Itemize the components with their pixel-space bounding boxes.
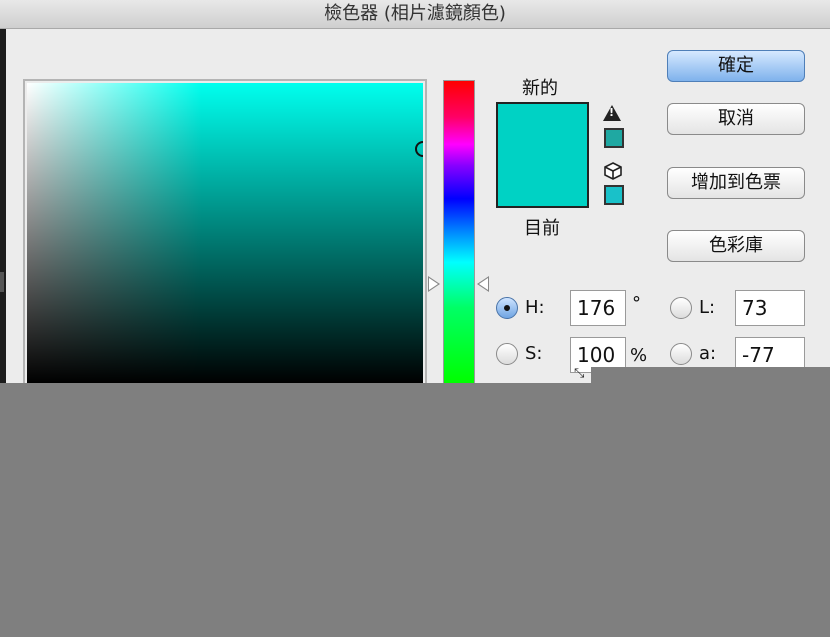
- color-field-marker[interactable]: [415, 141, 423, 157]
- radio-a[interactable]: [670, 343, 692, 365]
- new-current-color-swatch: [496, 102, 589, 208]
- h-unit: °: [632, 293, 641, 314]
- radio-l[interactable]: [670, 297, 692, 319]
- hue-slider[interactable]: [443, 80, 475, 383]
- new-color-label: 新的: [522, 78, 558, 99]
- radio-h[interactable]: [496, 297, 518, 319]
- gamut-warning-swatch[interactable]: [604, 128, 624, 148]
- l-input[interactable]: [735, 290, 805, 326]
- color-field-frame: [23, 79, 427, 383]
- color-libraries-button[interactable]: 色彩庫: [667, 230, 805, 262]
- redacted-area: [591, 367, 830, 383]
- warning-triangle-icon[interactable]: [603, 105, 621, 121]
- l-label: L:: [699, 297, 716, 318]
- hue-slider-left-handle[interactable]: [428, 276, 440, 292]
- radio-s[interactable]: [496, 343, 518, 365]
- background-window-edge-detail: [0, 272, 4, 292]
- color-picker-dialog: 檢色器 (相片濾鏡顏色) 新的 目前 確定 取消 增加到色票 色彩庫 H: ° …: [0, 0, 830, 383]
- s-label: S:: [525, 343, 543, 364]
- a-label: a:: [699, 343, 717, 364]
- ok-button[interactable]: 確定: [667, 50, 805, 82]
- cube-icon[interactable]: [604, 162, 622, 180]
- web-safe-swatch[interactable]: [604, 185, 624, 205]
- add-to-swatches-button[interactable]: 增加到色票: [667, 167, 805, 199]
- background-window-edge: [0, 29, 6, 383]
- hue-slider-right-handle[interactable]: [477, 276, 489, 292]
- s-unit: %: [630, 345, 648, 366]
- resize-cursor-icon: ⤡: [574, 366, 585, 381]
- redacted-area: [0, 383, 830, 637]
- saturation-brightness-field[interactable]: [27, 83, 423, 383]
- cancel-button[interactable]: 取消: [667, 103, 805, 135]
- current-color-label: 目前: [524, 218, 560, 239]
- h-input[interactable]: [570, 290, 626, 326]
- h-label: H:: [525, 297, 545, 318]
- window-title: 檢色器 (相片濾鏡顏色): [0, 0, 830, 29]
